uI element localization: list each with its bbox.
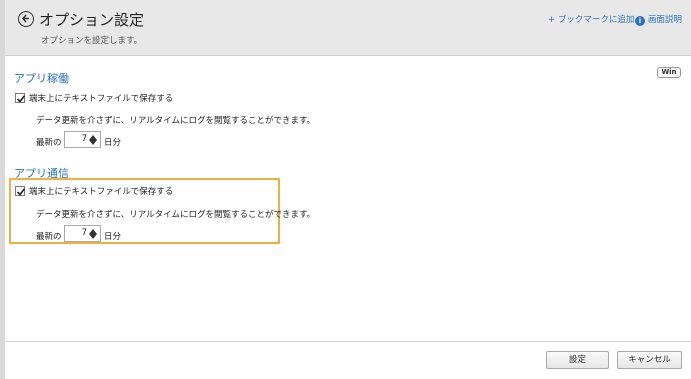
days-stepper-app-comm[interactable]: 7	[64, 225, 101, 242]
latest-label-app-usage: 最新の	[36, 138, 62, 148]
checkmark-icon	[16, 188, 26, 196]
page-title: オプション設定	[39, 11, 145, 29]
add-bookmark-link[interactable]: + ブックマークに追加	[548, 13, 634, 25]
description-app-comm: データ更新を介さずに、リアルタイムにログを閲覧することができます。	[36, 210, 316, 220]
save-to-file-checkbox-app-usage[interactable]	[15, 93, 26, 103]
stepper-down-icon[interactable]	[89, 140, 97, 146]
days-unit-app-comm: 日分	[104, 232, 122, 242]
days-unit-app-usage: 日分	[104, 138, 122, 148]
days-value-app-usage: 7	[81, 134, 87, 144]
page-header: オプション設定 オプションを設定します。 + ブックマークに追加 i 画面説明	[5, 0, 691, 56]
latest-label-app-comm: 最新の	[36, 232, 62, 242]
description-app-usage: データ更新を介さずに、リアルタイムにログを閲覧することができます。	[36, 116, 316, 126]
days-value-app-comm: 7	[81, 228, 87, 238]
checkmark-icon	[16, 95, 26, 103]
page-subtitle: オプションを設定します。	[41, 36, 143, 46]
left-edge-rule	[0, 0, 5, 379]
days-stepper-app-usage[interactable]: 7	[64, 131, 101, 148]
checkbox-label-app-usage: 端末上にテキストファイルで保存する	[29, 94, 174, 104]
save-button[interactable]: 設定	[546, 351, 609, 369]
cancel-button[interactable]: キャンセル	[617, 351, 682, 369]
stepper-down-icon[interactable]	[89, 234, 97, 240]
back-arrow-icon[interactable]	[18, 11, 34, 27]
footer-divider	[5, 341, 691, 342]
save-to-file-checkbox-app-comm[interactable]	[15, 186, 26, 196]
platform-badge: Win	[657, 67, 681, 78]
checkbox-label-app-comm: 端末上にテキストファイルで保存する	[29, 187, 174, 197]
help-link[interactable]: i 画面説明	[635, 13, 682, 26]
help-link-label: 画面説明	[648, 15, 683, 25]
info-icon: i	[635, 16, 645, 26]
section-title-app-usage: アプリ稼働	[14, 72, 69, 85]
